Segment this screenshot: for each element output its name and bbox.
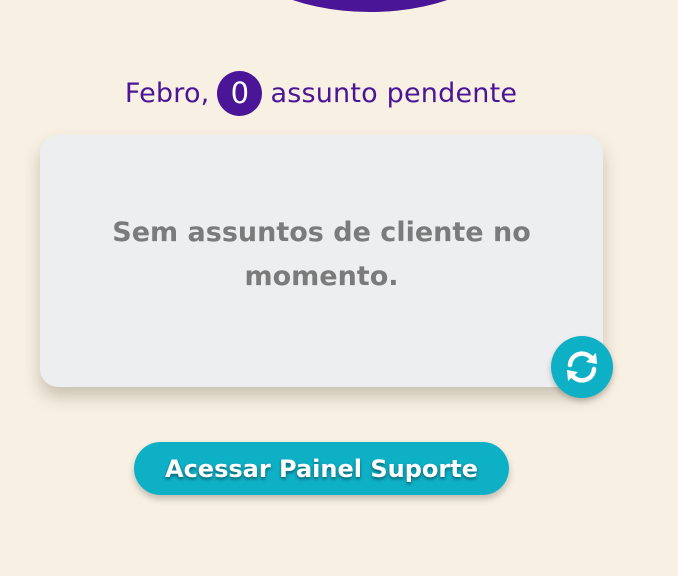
pending-summary: Febro, 0 assunto pendente	[0, 68, 642, 118]
issues-card: Sem assuntos de cliente no momento.	[40, 135, 603, 387]
support-panel-button[interactable]: Acessar Painel Suporte	[134, 442, 509, 495]
pending-label: assunto pendente	[270, 77, 518, 109]
header-decoration	[230, 0, 510, 12]
empty-state-message: Sem assuntos de cliente no momento.	[112, 217, 531, 292]
refresh-icon	[567, 351, 597, 383]
pending-count-badge: 0	[217, 70, 263, 116]
user-name: Febro,	[124, 77, 210, 109]
refresh-button[interactable]	[551, 336, 613, 398]
